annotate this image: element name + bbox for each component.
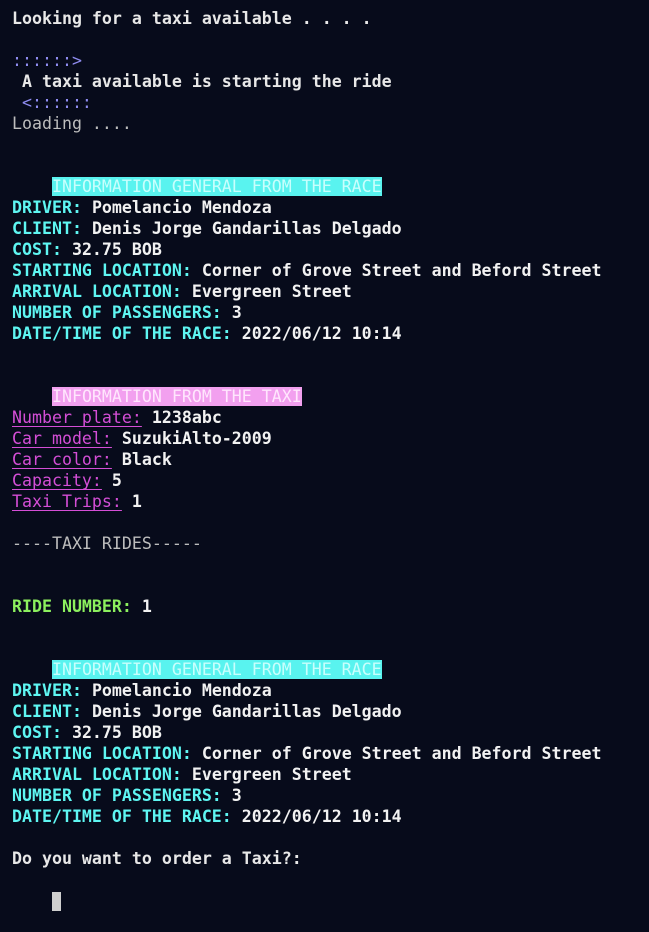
driver-label: DRIVER:	[12, 198, 82, 217]
ride-datetime-label: DATE/TIME OF THE RACE:	[12, 807, 232, 826]
cost-row: COST: 32.75 BOB	[12, 239, 649, 260]
datetime-value: 2022/06/12 10:14	[241, 324, 402, 343]
ride-passengers-value: 3	[231, 786, 242, 805]
model-row: Car model: SuzukiAlto-2009	[12, 428, 649, 449]
ride-datetime-value: 2022/06/12 10:14	[241, 807, 402, 826]
ride-driver-value: Pomelancio Mendoza	[91, 681, 272, 700]
ride-info-header: INFORMATION GENERAL FROM THE RACE	[51, 660, 382, 679]
ride-datetime-row: DATE/TIME OF THE RACE: 2022/06/12 10:14	[12, 806, 649, 827]
client-value: Denis Jorge Gandarillas Delgado	[91, 219, 402, 238]
order-taxi-prompt: Do you want to order a Taxi?:	[12, 849, 302, 868]
starting-message: A taxi available is starting the ride	[12, 72, 392, 91]
ride-info-header-row: INFORMATION GENERAL FROM THE RACE	[12, 638, 649, 679]
passengers-value: 3	[231, 303, 242, 322]
plate-label: Number plate:	[12, 408, 142, 427]
arrow-left: <::::::	[12, 93, 92, 112]
client-label: CLIENT:	[12, 219, 82, 238]
loading-message: Loading ....	[12, 114, 132, 133]
trips-label: Taxi Trips:	[12, 492, 122, 511]
race-info-header: INFORMATION GENERAL FROM THE RACE	[51, 177, 382, 196]
ride-start-row: STARTING LOCATION: Corner of Grove Stree…	[12, 743, 649, 764]
ride-number-row: RIDE NUMBER: 1	[12, 596, 649, 617]
ride-cost-value: 32.75 BOB	[71, 723, 162, 742]
ride-cost-row: COST: 32.75 BOB	[12, 722, 649, 743]
searching-message: Looking for a taxi available . . . .	[12, 9, 372, 28]
taxi-rides-title: ----TAXI RIDES-----	[12, 534, 202, 553]
ride-driver-label: DRIVER:	[12, 681, 82, 700]
ride-arrival-value: Evergreen Street	[191, 765, 352, 784]
terminal-cursor[interactable]	[51, 892, 61, 911]
color-label: Car color:	[12, 450, 112, 469]
arrival-value: Evergreen Street	[191, 282, 352, 301]
ride-number-value: 1	[141, 597, 152, 616]
color-row: Car color: Black	[12, 449, 649, 470]
ride-cost-label: COST:	[12, 723, 62, 742]
ride-start-label: STARTING LOCATION:	[12, 744, 192, 763]
ride-passengers-row: NUMBER OF PASSENGERS: 3	[12, 785, 649, 806]
arrival-label: ARRIVAL LOCATION:	[12, 282, 182, 301]
trips-value: 1	[131, 492, 142, 511]
arrow-right: ::::::>	[12, 51, 82, 70]
color-value: Black	[121, 450, 172, 469]
ride-client-value: Denis Jorge Gandarillas Delgado	[91, 702, 402, 721]
ride-start-value: Corner of Grove Street and Beford Street	[201, 744, 602, 763]
cost-label: COST:	[12, 240, 62, 259]
model-value: SuzukiAlto-2009	[121, 429, 272, 448]
taxi-info-header-row: INFORMATION FROM THE TAXI	[12, 365, 649, 406]
plate-row: Number plate: 1238abc	[12, 407, 649, 428]
passengers-row: NUMBER OF PASSENGERS: 3	[12, 302, 649, 323]
start-row: STARTING LOCATION: Corner of Grove Stree…	[12, 260, 649, 281]
ride-driver-row: DRIVER: Pomelancio Mendoza	[12, 680, 649, 701]
trips-row: Taxi Trips: 1	[12, 491, 649, 512]
capacity-row: Capacity: 5	[12, 470, 649, 491]
ride-passengers-label: NUMBER OF PASSENGERS:	[12, 786, 222, 805]
client-row: CLIENT: Denis Jorge Gandarillas Delgado	[12, 218, 649, 239]
ride-number-label: RIDE NUMBER:	[12, 597, 132, 616]
ride-arrival-label: ARRIVAL LOCATION:	[12, 765, 182, 784]
datetime-row: DATE/TIME OF THE RACE: 2022/06/12 10:14	[12, 323, 649, 344]
plate-value: 1238abc	[151, 408, 222, 427]
driver-value: Pomelancio Mendoza	[91, 198, 272, 217]
cost-value: 32.75 BOB	[71, 240, 162, 259]
capacity-value: 5	[111, 471, 122, 490]
passengers-label: NUMBER OF PASSENGERS:	[12, 303, 222, 322]
arrival-row: ARRIVAL LOCATION: Evergreen Street	[12, 281, 649, 302]
start-label: STARTING LOCATION:	[12, 261, 192, 280]
datetime-label: DATE/TIME OF THE RACE:	[12, 324, 232, 343]
model-label: Car model:	[12, 429, 112, 448]
input-line[interactable]	[12, 869, 649, 911]
taxi-info-header: INFORMATION FROM THE TAXI	[51, 387, 302, 406]
driver-row: DRIVER: Pomelancio Mendoza	[12, 197, 649, 218]
terminal-output: Looking for a taxi available . . . . :::…	[12, 8, 649, 911]
capacity-label: Capacity:	[12, 471, 102, 490]
ride-arrival-row: ARRIVAL LOCATION: Evergreen Street	[12, 764, 649, 785]
ride-client-label: CLIENT:	[12, 702, 82, 721]
race-info-header-row: INFORMATION GENERAL FROM THE RACE	[12, 155, 649, 196]
ride-client-row: CLIENT: Denis Jorge Gandarillas Delgado	[12, 701, 649, 722]
start-value: Corner of Grove Street and Beford Street	[201, 261, 602, 280]
